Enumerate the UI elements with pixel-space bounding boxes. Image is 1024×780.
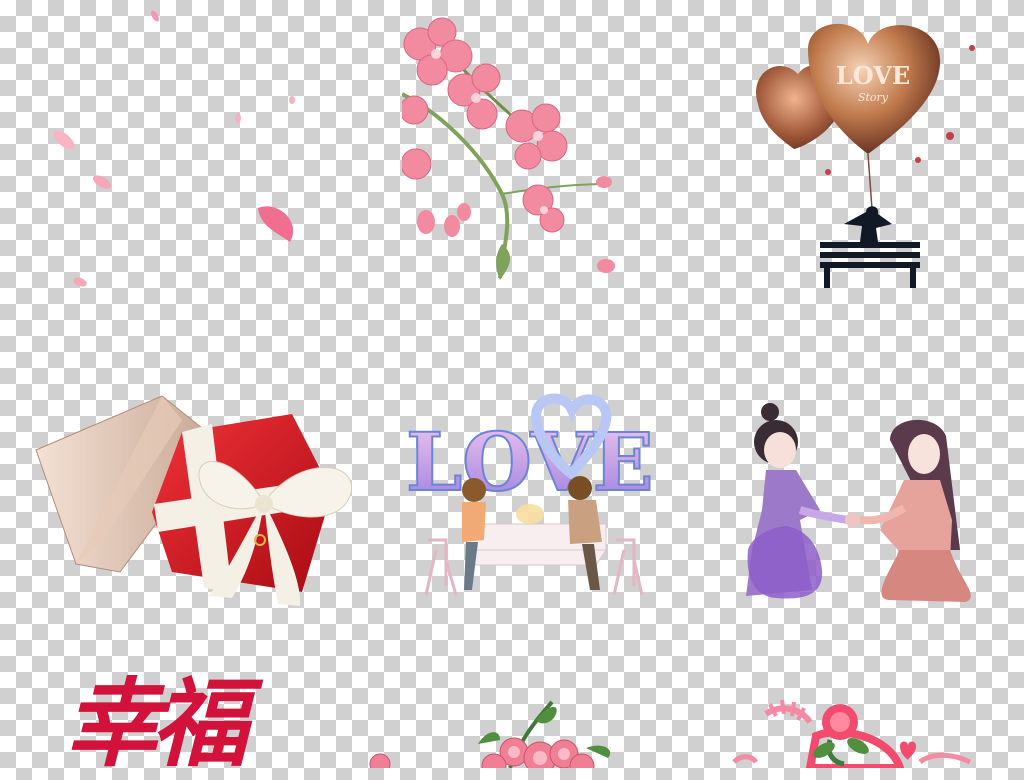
falling-petals-sticker [40, 0, 320, 300]
heart-balloon-icon: LOVE Story [756, 23, 975, 288]
love-couple-dinner-sticker: LOVE [406, 390, 666, 605]
rose-heart-decoration-sticker [720, 696, 980, 768]
love-story-balloon-sticker: LOVE Story [748, 14, 978, 289]
calligraphy-text: 幸福 [64, 667, 248, 780]
couple-dinner-icon: LOVE [406, 393, 655, 596]
rose-heart-icon [732, 699, 972, 768]
cherry-blossom-branch-sticker [402, 14, 622, 280]
dinner-love-title: LOVE [406, 415, 654, 509]
blossom-branch-icon [402, 17, 615, 280]
gift-box-icon [35, 395, 353, 606]
gift-box-sticker [32, 392, 362, 608]
petals-icon [53, 10, 295, 287]
couple-holding-hands-sticker [740, 400, 988, 608]
calligraphy-sticker: 幸福 [64, 667, 248, 780]
rose-bouquet-icon [369, 700, 611, 768]
pink-roses-sticker [360, 700, 630, 768]
couple-icon [746, 403, 971, 602]
balloon-subtitle: Story [858, 91, 889, 104]
balloon-title: LOVE [836, 61, 910, 90]
